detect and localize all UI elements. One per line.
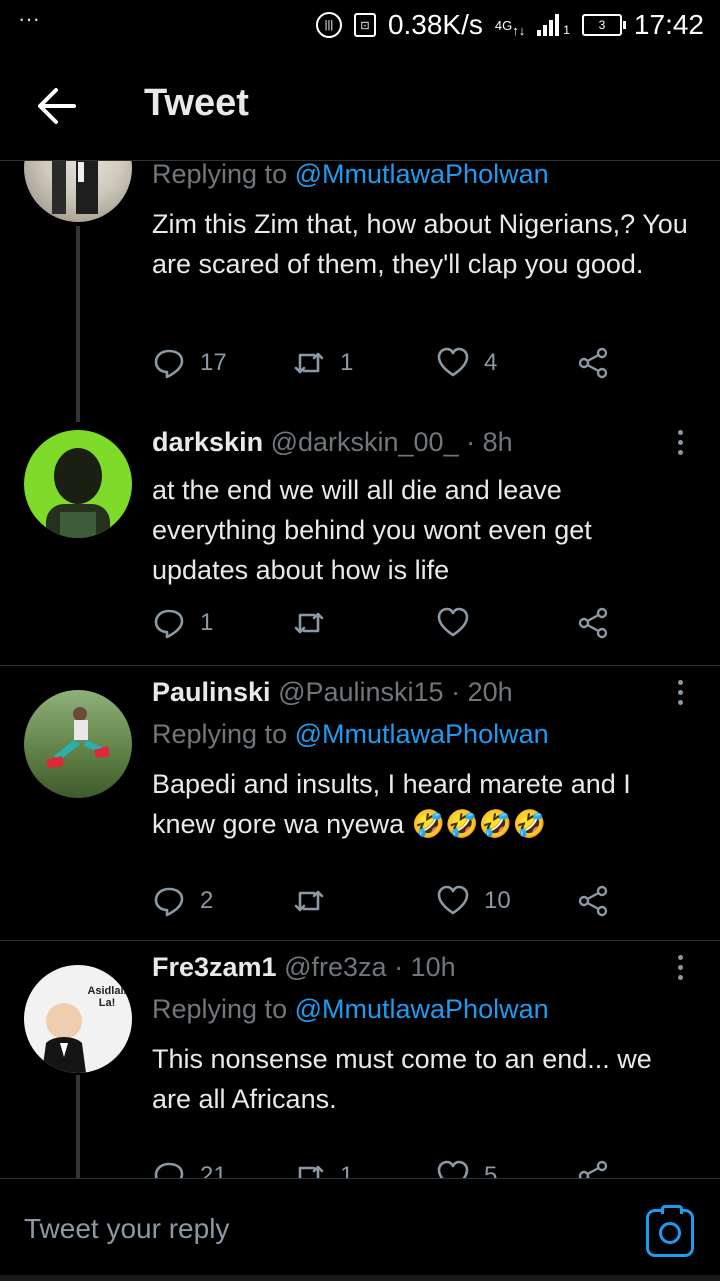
display-name[interactable]: Paulinski [152, 677, 271, 707]
reply-button[interactable]: 17 [152, 346, 227, 380]
retweet-icon [294, 890, 324, 912]
tweet-actions: 2 10 [152, 884, 632, 924]
retweet-button[interactable] [292, 884, 340, 918]
reply-button[interactable]: 21 [152, 1159, 227, 1178]
avatar[interactable] [24, 690, 132, 798]
tweet-time: · 10h [394, 952, 456, 982]
avatar[interactable] [24, 160, 132, 222]
user-handle: @darkskin_00_ [270, 427, 459, 457]
data-saver-icon: ⊡ [353, 13, 376, 37]
reply-button[interactable]: 1 [152, 606, 213, 640]
reply-composer: Tweet your reply [0, 1178, 720, 1281]
page-title: Tweet [144, 82, 249, 124]
tweet-meta: darkskin @darkskin_00_ · 8h [152, 424, 692, 460]
mention-link[interactable]: @MmutlawaPholwan [295, 160, 549, 189]
more-options-icon[interactable] [676, 955, 684, 980]
retweet-icon [294, 612, 324, 634]
replying-to: Replying to @MmutlawaPholwan [152, 994, 549, 1024]
user-handle: @fre3za [284, 952, 387, 982]
retweet-icon [298, 1165, 324, 1178]
notification-dots: ··· [18, 6, 40, 31]
heart-icon [437, 347, 469, 377]
replying-to: Replying to @MmutlawaPholwan [152, 719, 549, 749]
like-button[interactable]: 5 [436, 1159, 497, 1178]
tweet-text: at the end we will all die and leave eve… [152, 475, 592, 585]
share-button[interactable] [576, 884, 610, 918]
user-handle: @Paulinski15 [278, 677, 444, 707]
retweet-button[interactable] [292, 606, 340, 640]
camera-icon[interactable] [646, 1205, 694, 1257]
like-button[interactable]: 4 [436, 346, 497, 380]
share-button[interactable] [576, 346, 610, 380]
thread-line [76, 1075, 80, 1178]
reply-tweet[interactable]: darkskin @darkskin_00_ · 8h at the end w… [0, 424, 720, 664]
reply-icon [154, 887, 184, 917]
gesture-bar [0, 1275, 720, 1281]
top-app-bar: Tweet [0, 50, 720, 161]
share-icon [578, 1160, 608, 1178]
reply-feed: Replying to @MmutlawaPholwan Zim this Zi… [0, 160, 720, 1178]
tweet-text: This nonsense must come to an end... we … [152, 1044, 652, 1114]
more-options-icon[interactable] [676, 430, 684, 455]
more-options-icon[interactable] [676, 680, 684, 705]
thread-line [76, 226, 80, 422]
avatar-caption: Asidlali La! [87, 985, 127, 1009]
heart-icon [437, 607, 469, 637]
retweet-button[interactable]: 1 [292, 1159, 353, 1178]
avatar[interactable] [24, 430, 132, 538]
tweet-text: Bapedi and insults, I heard marete and I… [152, 769, 631, 839]
reply-tweet[interactable]: Asidlali La! Fre3zam1 @fre3za · 10h Repl… [0, 941, 720, 1178]
mention-link[interactable]: @MmutlawaPholwan [295, 719, 549, 749]
status-bar: ··· ||| ⊡ 0.38K/s 4G ↑↓ 1 3 17:42 [0, 0, 720, 50]
share-button[interactable] [576, 1159, 610, 1178]
clock: 17:42 [633, 9, 704, 40]
tweet-time: · 20h [451, 677, 513, 707]
like-button[interactable] [436, 606, 484, 640]
share-icon [578, 607, 608, 639]
tweet-actions: 1 [152, 606, 632, 646]
signal-icon: 1 [537, 14, 570, 36]
reply-tweet[interactable]: Paulinski @Paulinski15 · 20h Replying to… [0, 666, 720, 940]
back-arrow-icon[interactable] [34, 86, 78, 126]
share-icon [578, 347, 608, 379]
tweet-actions: 17 1 4 [152, 346, 632, 386]
share-button[interactable] [576, 606, 610, 640]
like-button[interactable]: 10 [436, 884, 511, 918]
display-name[interactable]: Fre3zam1 [152, 952, 277, 982]
tweet-meta: Fre3zam1 @fre3za · 10h [152, 949, 692, 985]
mention-link[interactable]: @MmutlawaPholwan [295, 994, 549, 1024]
reply-icon [154, 349, 184, 379]
retweet-icon [294, 352, 324, 374]
display-name[interactable]: darkskin [152, 427, 263, 457]
reply-icon [154, 609, 184, 639]
retweet-button[interactable]: 1 [292, 346, 353, 380]
avatar[interactable]: Asidlali La! [24, 965, 132, 1073]
heart-icon [437, 1160, 469, 1178]
tweet-time: · 8h [466, 427, 513, 457]
reply-button[interactable]: 2 [152, 884, 213, 918]
reply-icon [154, 1162, 184, 1178]
tweet-text: Zim this Zim that, how about Nigerians,?… [152, 209, 688, 279]
network-type-icon: 4G ↑↓ [494, 17, 526, 38]
replying-to: Replying to @MmutlawaPholwan [152, 160, 549, 189]
reply-tweet[interactable]: Replying to @MmutlawaPholwan Zim this Zi… [0, 160, 720, 424]
vibrate-icon: ||| [315, 12, 342, 38]
battery-icon: 3 [581, 14, 626, 36]
network-speed: 0.38K/s [387, 9, 483, 40]
tweet-actions: 21 1 5 [152, 1159, 632, 1178]
heart-icon [437, 885, 469, 915]
tweet-meta: Paulinski @Paulinski15 · 20h [152, 674, 692, 710]
share-icon [578, 885, 608, 917]
reply-input[interactable]: Tweet your reply [24, 1213, 229, 1245]
emoji-row: 🤣🤣🤣🤣 [411, 809, 547, 839]
